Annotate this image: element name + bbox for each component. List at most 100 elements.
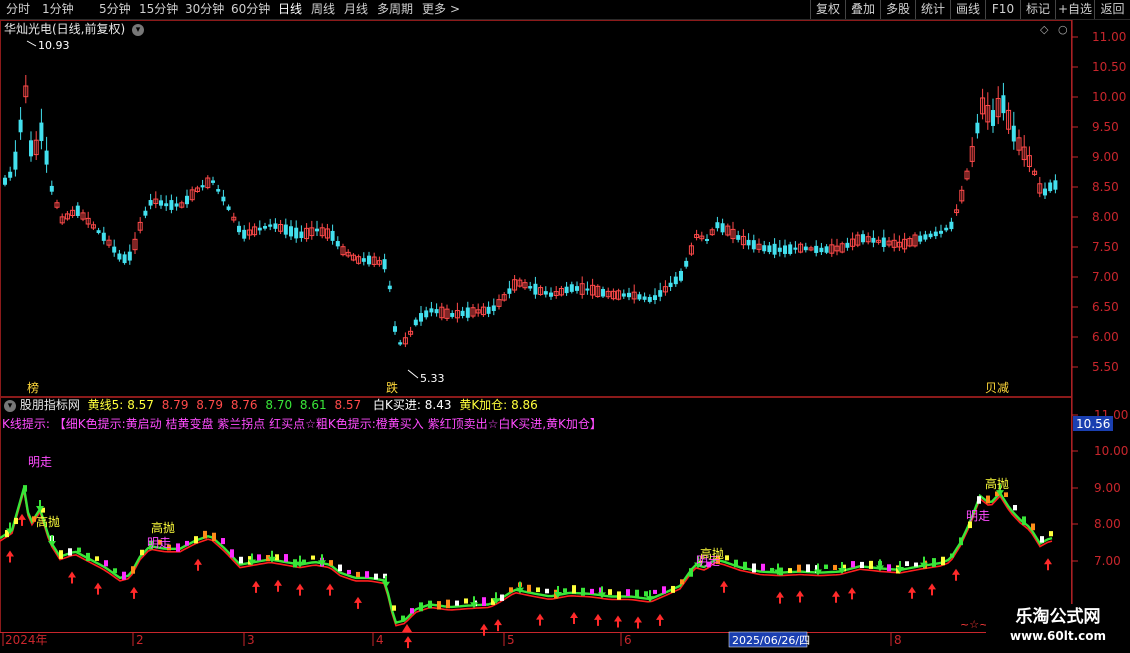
candle-body: [684, 260, 689, 267]
period-tab-15min[interactable]: 15分钟: [139, 2, 178, 17]
yellow-line-value: 8.57: [127, 398, 154, 412]
indicator-bar: [851, 561, 855, 568]
candle-body: [621, 293, 626, 297]
indicator-bar: [860, 561, 864, 568]
period-tab-more[interactable]: 更多: [422, 2, 446, 17]
period-tab-timeshare[interactable]: 分时: [6, 2, 30, 17]
site-watermark: 乐淘公式网 www.60lt.com: [986, 604, 1130, 650]
add-watchlist-button[interactable]: +自选: [1055, 0, 1094, 19]
indicator-bar: [743, 561, 747, 571]
period-tab-weekly[interactable]: 周线: [311, 2, 335, 17]
more-chevron-icon[interactable]: >: [450, 2, 460, 17]
price-tick: 9.50: [1072, 120, 1119, 134]
buy-arrow-icon: [536, 613, 544, 626]
chart-frame: [0, 20, 1130, 650]
price-tick-label: 8.00: [1092, 210, 1119, 224]
candle-body: [216, 189, 221, 192]
statistics-button[interactable]: 统计: [915, 0, 950, 19]
time-tick: 4: [372, 632, 384, 647]
candle-body: [705, 238, 709, 242]
indicator-dropdown-icon[interactable]: ▾: [4, 399, 16, 412]
indicator-bar: [131, 566, 135, 574]
candle-body: [949, 221, 954, 230]
indicator-bar: [635, 589, 639, 599]
period-tab-60min[interactable]: 60分钟: [231, 2, 270, 17]
candle-body: [257, 227, 262, 231]
candle-body: [18, 119, 23, 133]
candle-body: [387, 285, 392, 290]
price-tick: 5.50: [1072, 360, 1119, 374]
yellow-k-value: 8.86: [511, 398, 538, 412]
candle-body: [918, 235, 923, 242]
candle-body: [751, 240, 756, 250]
overlay-button[interactable]: 叠加: [845, 0, 880, 19]
candle-body: [39, 122, 44, 142]
indicator-bar: [374, 573, 378, 580]
indicator-bar: [581, 587, 585, 596]
indicator-bar: [104, 560, 108, 567]
indicator-bar: [221, 538, 225, 545]
chart-canvas[interactable]: 11.00 10.50 10.00 9.50 9.00 8.50 8.00 7.…: [0, 20, 1130, 650]
indicator-extra-value: 8.79: [161, 398, 189, 412]
buy-arrow-icon: [908, 586, 916, 599]
indicator-extra-value: 8.61: [299, 398, 327, 412]
candle-body: [450, 313, 455, 317]
candlestick-series[interactable]: [3, 74, 1058, 348]
period-tab-30min[interactable]: 30分钟: [185, 2, 224, 17]
period-tab-daily[interactable]: 日线: [278, 2, 302, 17]
period-tab-multi[interactable]: 多周期: [377, 2, 413, 17]
buy-arrow-icon: [130, 586, 138, 599]
multi-stock-button[interactable]: 多股: [880, 0, 915, 19]
indicator-extra-value: 8.57: [334, 398, 362, 412]
k-line-hint-text: 【细K色提示:黄启动 桔黄变盘 紫兰拐点 红买点☆粗K色提示:橙黄买入 紫红顶卖…: [53, 417, 602, 431]
indicator-bar: [230, 549, 234, 558]
indicator-bar: [689, 568, 693, 577]
time-tick-label: 8: [894, 633, 902, 647]
indicator-bar: [203, 530, 207, 539]
chart-area[interactable]: 11.00 10.50 10.00 9.50 9.00 8.50 8.00 7.…: [0, 20, 1130, 650]
indicator-extra-value: 8.70: [265, 398, 293, 412]
indicator-bar: [572, 585, 576, 594]
diamond-icon[interactable]: ◇: [1040, 23, 1048, 36]
price-tick-label: 6.50: [1092, 300, 1119, 314]
back-button[interactable]: 返回: [1094, 0, 1130, 19]
candle-body: [668, 282, 673, 288]
period-tab-1min[interactable]: 1分钟: [42, 2, 74, 17]
indicator-bar: [500, 594, 504, 601]
indicator-bar: [176, 543, 180, 552]
period-tab-5min[interactable]: 5分钟: [99, 2, 131, 17]
price-tick-label: 5.50: [1092, 360, 1119, 374]
price-tick: 6.00: [1072, 330, 1119, 344]
candle-body: [507, 288, 512, 294]
f10-button[interactable]: F10: [985, 0, 1020, 19]
candle-body: [491, 305, 496, 311]
candle-body: [1053, 180, 1058, 190]
candle-body: [185, 195, 189, 205]
indicator-bar: [662, 586, 666, 594]
candle-body: [122, 254, 127, 264]
event-label: 跌: [386, 380, 398, 395]
candle-body: [96, 230, 101, 234]
indicator-bar: [356, 571, 360, 578]
event-label: 贝减: [985, 381, 1009, 395]
candle-body: [226, 206, 231, 210]
candle-body: [263, 226, 267, 229]
indicator-bar: [347, 569, 351, 575]
yellow-k-label: 黄K加仓:: [459, 398, 508, 412]
indicator-bar: [86, 552, 90, 562]
mark-button[interactable]: 标记: [1020, 0, 1055, 19]
candle-body: [767, 245, 772, 253]
draw-line-button[interactable]: 画线: [950, 0, 985, 19]
circle-icon[interactable]: ○: [1058, 23, 1068, 36]
price-tick-label: 6.00: [1092, 330, 1119, 344]
indicator-bar: [797, 564, 801, 573]
candle-body: [242, 229, 247, 239]
title-dropdown-icon[interactable]: ▾: [132, 23, 145, 36]
candle-body: [1048, 182, 1053, 192]
period-tab-monthly[interactable]: 月线: [344, 2, 368, 17]
indicator-axis: 11.00 10.00 9.00 8.00 7.00 10.56: [1072, 408, 1128, 568]
indicator-name[interactable]: 股朋指标网: [20, 398, 80, 412]
time-tick: 3: [243, 632, 255, 647]
indicator-bar: [977, 496, 981, 504]
restore-rights-button[interactable]: 复权: [810, 0, 845, 19]
